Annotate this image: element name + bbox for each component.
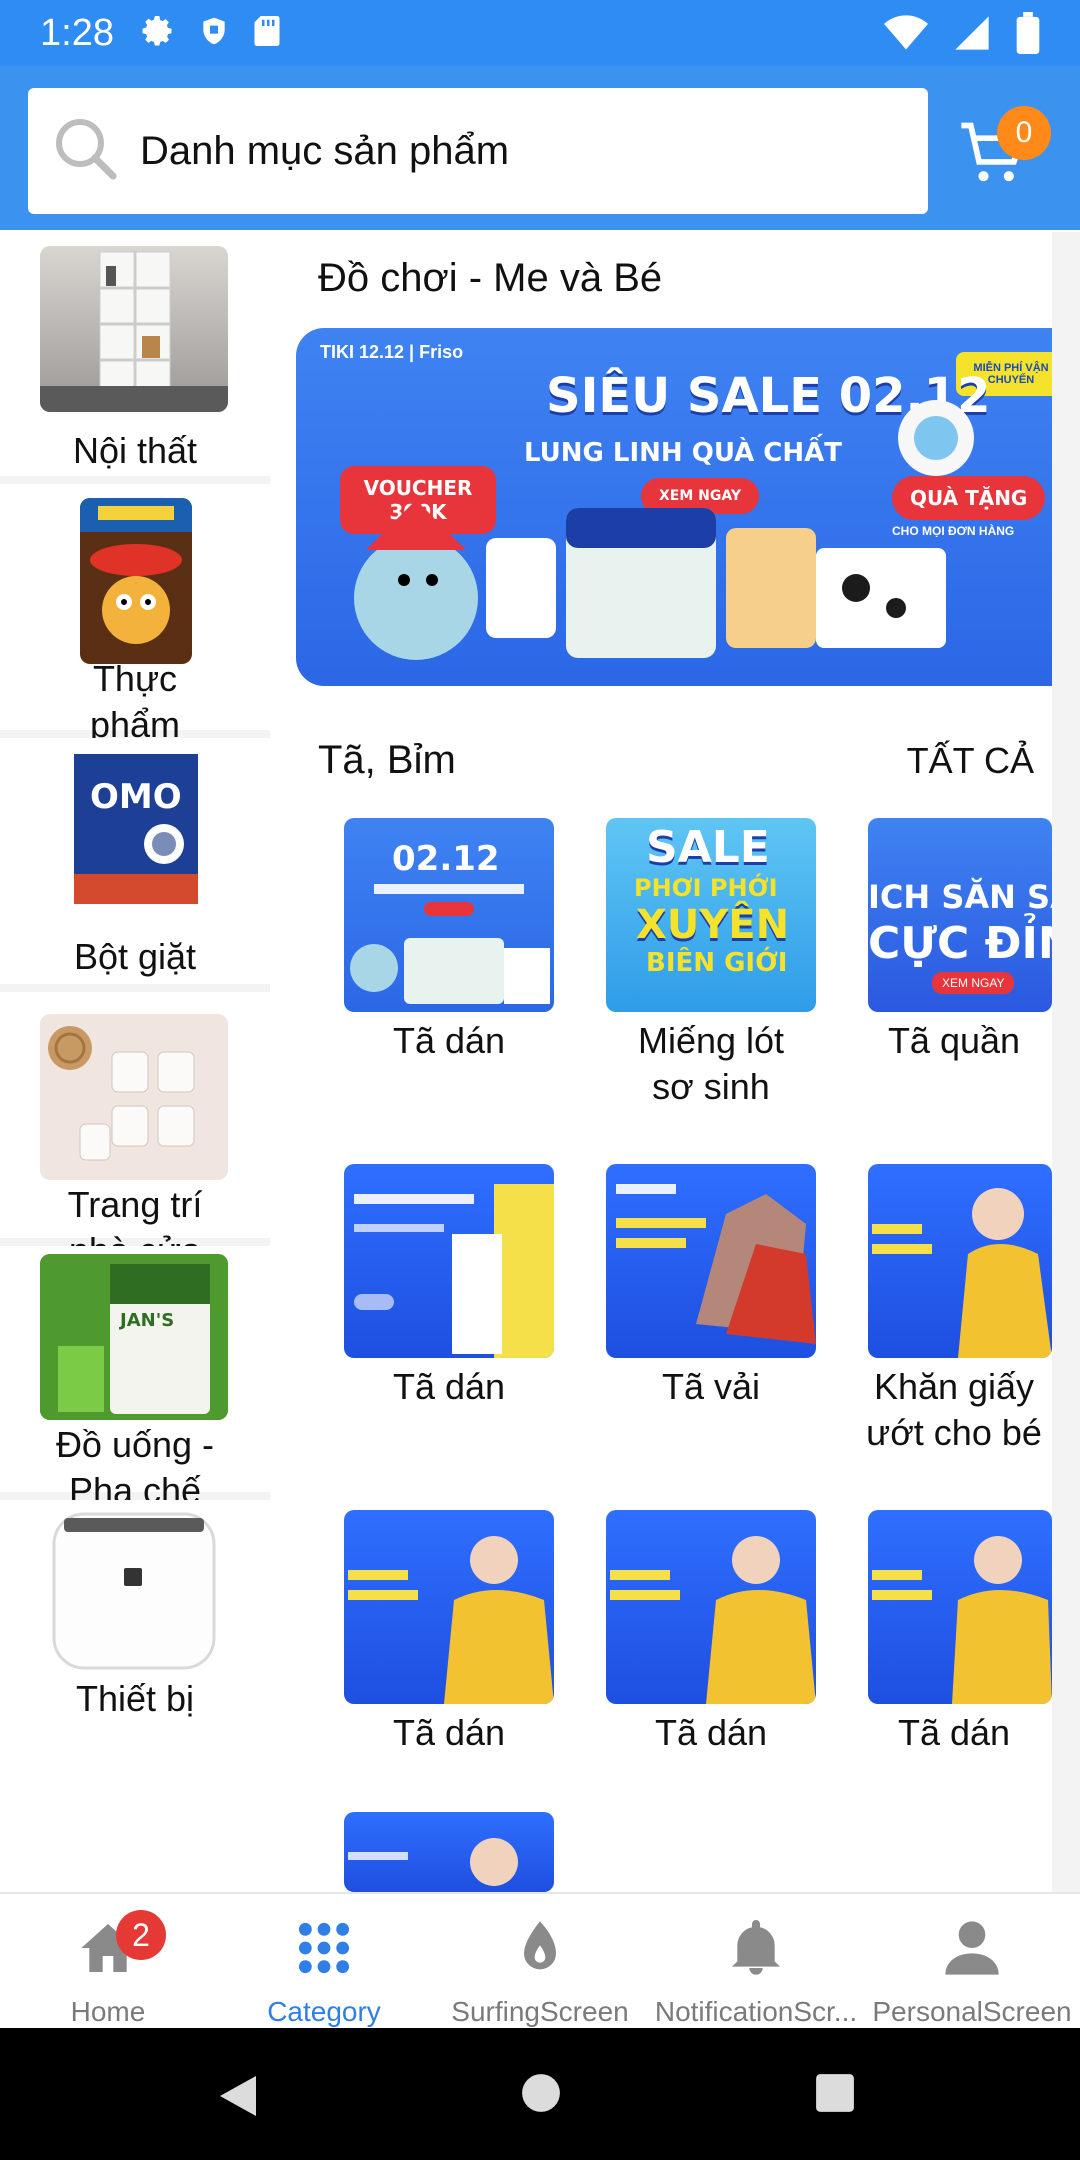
settings-icon <box>140 13 176 54</box>
sidebar-item-trang-tri[interactable]: Trang trí nhà cửa <box>0 992 270 1271</box>
search-icon <box>50 113 122 190</box>
see-all-link[interactable]: TẤT CẢ <box>907 740 1034 782</box>
svg-text:02.12: 02.12 <box>392 839 500 879</box>
nav-label-home: Home <box>70 1996 146 2027</box>
tile-cuc-dinh-text: CỰC ĐỈN <box>868 918 1052 969</box>
promo-banner[interactable]: TIKI 12.12 | Friso MIỄN PHÍ VẬN CHUYỂN S… <box>296 328 1052 686</box>
cart-count-badge: 0 <box>997 106 1051 160</box>
app-header: Danh mục sản phẩm 0 <box>0 66 1080 230</box>
cell-signal-icon <box>952 13 992 58</box>
grid-icon <box>292 1916 356 1985</box>
sidebar-item-label: Nội thất <box>72 430 198 471</box>
flame-icon <box>508 1916 572 1985</box>
product-label: Tã dán <box>392 1712 506 1753</box>
sidebar-item-label: Thực <box>92 658 178 699</box>
product-tile-ta-dan-2[interactable] <box>344 1164 554 1358</box>
sd-card-icon <box>252 13 282 54</box>
person-icon <box>940 1916 1004 1985</box>
nav-label-personal: PersonalScreen <box>872 1996 1072 2027</box>
status-right <box>884 12 1040 59</box>
sidebar-item-thiet-bi[interactable]: Thiết bị <box>0 1500 270 1892</box>
sidebar-item-noi-that[interactable]: Nội thất <box>0 232 270 476</box>
battery-icon <box>1016 12 1040 59</box>
product-tile-mieng-lot[interactable]: SALE PHƠI PHỚI XUYÊN BIÊN GIỚI <box>606 818 816 1012</box>
category-content[interactable]: Đồ chơi - Me và Bé TIKI 12.12 | Friso MI… <box>296 232 1052 1892</box>
tile-phoi-text: PHƠI PHỚI <box>634 874 778 902</box>
nav-label-category: Category <box>267 1996 381 2027</box>
nav-label-surfing: SurfingScreen <box>451 1996 629 2027</box>
sidebar-item-label: Thiết bị <box>75 1678 195 1719</box>
tile-san-sale-text: ICH SĂN SA <box>868 878 1052 916</box>
cereal-box-image <box>80 498 192 664</box>
home-badge: 2 <box>116 1910 166 1960</box>
nav-category[interactable]: Category <box>216 1894 432 2030</box>
sidebar-item-do-uong[interactable]: JAN'S Đồ uống - Pha chế <box>0 1246 270 1511</box>
cart-button[interactable]: 0 <box>955 106 1055 206</box>
product-label: Tã vải <box>661 1366 761 1407</box>
subsection-title: Tã, Bỉm <box>318 738 456 782</box>
nav-notification[interactable]: NotificationScr... <box>648 1894 864 2030</box>
product-tile-ta-vai[interactable] <box>606 1164 816 1358</box>
product-label: Tã dán <box>654 1712 768 1753</box>
nav-surfing[interactable]: SurfingScreen <box>432 1894 648 2030</box>
wifi-icon <box>884 13 928 58</box>
banner-products-illustration <box>354 400 974 660</box>
product-label: Tã dán <box>392 1020 506 1061</box>
shield-icon <box>198 13 230 54</box>
home-circle-icon[interactable] <box>520 2072 562 2119</box>
sidebar-item-label: Bột giặt <box>73 936 197 977</box>
section-title: Đồ chơi - Me và Bé <box>318 256 663 300</box>
content-right-gutter <box>1052 232 1080 1892</box>
svg-text:JAN'S: JAN'S <box>118 1310 174 1331</box>
product-label: Tã dán <box>897 1712 1011 1753</box>
status-time: 1:28 <box>40 11 114 54</box>
nav-home[interactable]: 2 Home <box>0 1894 216 2030</box>
product-tile-partial[interactable] <box>344 1812 554 1892</box>
drink-powder-image: JAN'S <box>40 1254 228 1420</box>
air-purifier-image <box>40 1508 228 1674</box>
tile-xem-ngay: XEM NGAY <box>932 972 1015 994</box>
search-bar[interactable]: Danh mục sản phẩm <box>28 88 928 214</box>
category-sidebar[interactable]: Nội thất Thực phẩm OMO Bột giặt Trang tr… <box>0 232 270 1892</box>
nav-label-notification: NotificationScr... <box>654 1996 858 2027</box>
product-label: Miếng lót <box>637 1020 785 1061</box>
wall-hooks-image <box>40 1014 228 1180</box>
sidebar-item-thuc-pham[interactable]: Thực phẩm <box>0 484 270 745</box>
product-label: Tã dán <box>392 1366 506 1407</box>
back-icon[interactable] <box>216 2072 260 2125</box>
search-input[interactable]: Danh mục sản phẩm <box>140 129 509 174</box>
sidebar-item-bot-giat[interactable]: OMO Bột giặt <box>0 738 270 984</box>
svg-text:OMO: OMO <box>90 777 182 817</box>
product-tile-ta-dan-5[interactable] <box>868 1510 1052 1704</box>
status-bar: 1:28 <box>0 0 1080 66</box>
tile-bien-gioi-text: BIÊN GIỚI <box>646 948 788 978</box>
nav-personal[interactable]: PersonalScreen <box>864 1894 1080 2030</box>
bookshelf-image <box>40 246 228 412</box>
product-label-2: ướt cho bé <box>866 1412 1042 1453</box>
product-tile-ta-quan[interactable]: ICH SĂN SA CỰC ĐỈN XEM NGAY <box>868 818 1052 1012</box>
product-label: Tã quần <box>887 1020 1021 1061</box>
bottom-nav: 2 Home Category SurfingScreen Notificati… <box>0 1892 1080 2030</box>
product-tile-khan-giay[interactable] <box>868 1164 1052 1358</box>
product-tile-ta-dan-3[interactable] <box>344 1510 554 1704</box>
bell-icon <box>724 1916 788 1985</box>
product-label-2: sơ sinh <box>652 1066 770 1107</box>
product-tile-ta-dan[interactable]: 02.12 <box>344 818 554 1012</box>
detergent-image: OMO <box>68 744 204 910</box>
sidebar-item-label: Trang trí <box>67 1184 203 1225</box>
product-label: Khăn giấy <box>873 1366 1035 1407</box>
product-tile-ta-dan-4[interactable] <box>606 1510 816 1704</box>
tile-sale-text: SALE <box>646 822 770 873</box>
system-nav-bar <box>0 2028 1080 2160</box>
status-icons <box>140 13 282 54</box>
sidebar-item-label: Đồ uống - <box>55 1424 215 1465</box>
recents-icon[interactable] <box>814 2072 856 2119</box>
tile-xuyen-text: XUYÊN <box>636 902 790 948</box>
